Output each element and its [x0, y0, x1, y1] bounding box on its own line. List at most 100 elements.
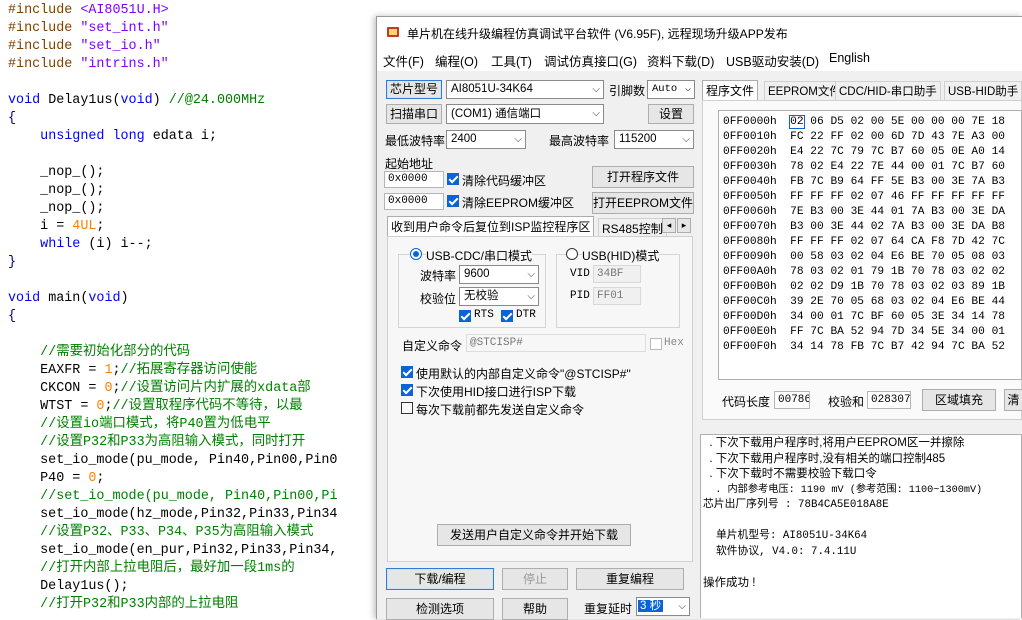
- code-token: _nop_();: [8, 165, 105, 180]
- code-token: {: [8, 111, 17, 126]
- menu-downloads[interactable]: 资料下载(D): [647, 51, 714, 70]
- code-line: while (i) i--;: [8, 236, 153, 254]
- title-bar[interactable]: 单片机在线升级编程仿真调试平台软件 (V6.95F), 远程现场升级APP发布: [377, 17, 1022, 47]
- help-button[interactable]: 帮助: [502, 598, 568, 620]
- code-token: ;: [96, 219, 105, 234]
- hex-gap: [777, 251, 790, 263]
- usb-hid-radio[interactable]: [566, 248, 578, 260]
- log-line: . 内部参考电压: 1190 mV (参考范围: 1100~1300mV): [703, 484, 983, 496]
- clear-buffer-button[interactable]: 清: [1004, 389, 1022, 411]
- parity-select[interactable]: 无校验 ⌵: [459, 287, 539, 306]
- hex-row: 0FF0050h FF FF FF 02 07 46 FF FF FF FF F…: [723, 190, 1005, 205]
- chip-type-button[interactable]: 芯片型号: [386, 80, 442, 99]
- tab-isp-reset[interactable]: 收到用户命令后复位到ISP监控程序区: [387, 216, 595, 237]
- tab-eeprom-file[interactable]: EEPROM文件: [764, 81, 845, 101]
- code-token: void: [8, 93, 41, 108]
- hex-address: 0FF0050h: [723, 191, 777, 203]
- port-settings-button[interactable]: 设置: [648, 104, 694, 124]
- hex-gap: [777, 176, 790, 188]
- tab-scroll-left-button[interactable]: ◂: [662, 218, 676, 233]
- rts-checkbox[interactable]: [459, 310, 471, 322]
- hex-row: 0FF00B0h 02 02 D9 1B 70 78 03 02 03 89 1…: [723, 280, 1005, 295]
- chevron-down-icon: ⌵: [527, 269, 535, 280]
- tab-scroll-right-button[interactable]: ▸: [677, 218, 691, 233]
- repeat-program-button[interactable]: 重复编程: [576, 568, 684, 590]
- hid-isp-checkbox[interactable]: [401, 384, 413, 396]
- code-token: edata i;: [144, 129, 217, 144]
- hex-row: 0FF0020h E4 22 7C 79 7C B7 60 05 0E A0 1…: [723, 145, 1005, 160]
- pins-label: 引脚数: [609, 84, 646, 98]
- output-log[interactable]: . 下次下载用户程序时,将用户EEPROM区一并擦除 . 下次下载用户程序时,没…: [700, 434, 1022, 618]
- code-editor[interactable]: #include <AI8051U.H> #include "set_int.h"…: [0, 0, 380, 618]
- code-token: ;: [112, 363, 121, 378]
- menu-debug[interactable]: 调试仿真接口(G): [544, 51, 637, 70]
- tab-program-file[interactable]: 程序文件: [702, 80, 759, 100]
- menu-program[interactable]: 编程(O): [435, 51, 478, 70]
- code-line: set_io_mode(pu_mode, Pin40,Pin00,Pin0: [8, 452, 337, 470]
- hex-bytes: E4 22 7C 79 7C B7 60 05 0E A0 14: [790, 146, 1005, 158]
- dtr-checkbox[interactable]: [501, 310, 513, 322]
- use-default-cmd-checkbox[interactable]: [401, 366, 413, 378]
- stop-button[interactable]: 停止: [502, 568, 568, 590]
- menu-tools[interactable]: 工具(T): [491, 51, 532, 70]
- hex-checkbox[interactable]: [650, 338, 662, 350]
- open-eeprom-file-button[interactable]: 打开EEPROM文件: [592, 192, 694, 214]
- menu-file[interactable]: 文件(F): [383, 51, 424, 70]
- send-custom-cmd-button[interactable]: 发送用户自定义命令并开始下载: [437, 524, 631, 546]
- code-line: #include "set_int.h": [8, 20, 169, 38]
- hex-gap: [777, 191, 790, 203]
- menu-usb-driver[interactable]: USB驱动安装(D): [726, 51, 819, 70]
- clear-code-checkbox[interactable]: [447, 173, 459, 185]
- check-options-button[interactable]: 检测选项: [386, 598, 494, 620]
- min-baud-select[interactable]: 2400 ⌵: [446, 130, 526, 149]
- hex-bytes: 78 02 E4 22 7E 44 00 01 7C B7 60: [790, 161, 1005, 173]
- code-token: //设置P32、P33、P34、P35为高阻输入模式: [40, 525, 314, 540]
- hex-bytes: 78 03 02 01 79 1B 70 78 03 02 02: [790, 266, 1005, 278]
- code-token: //需要初始化部分的代码: [40, 345, 191, 360]
- usb-cdc-radio[interactable]: [410, 248, 422, 260]
- fill-region-button[interactable]: 区域填充: [922, 389, 996, 411]
- hex-bytes: FC 22 FF 02 00 6D 7D 43 7E A3 00: [790, 131, 1005, 143]
- send-each-checkbox[interactable]: [401, 402, 413, 414]
- chip-type-select[interactable]: AI8051U-34K64 ⌵: [446, 80, 604, 99]
- baud-select[interactable]: 9600 ⌵: [459, 265, 539, 284]
- min-baud-value: 2400: [451, 133, 477, 145]
- vid-field: 34BF: [593, 265, 641, 283]
- code-start-addr-input[interactable]: 0x0000: [384, 171, 444, 188]
- hex-row: 0FF00D0h 34 00 01 7C BF 60 05 3E 34 14 7…: [723, 310, 1005, 325]
- tab-usb-hid[interactable]: USB-HID助手: [944, 81, 1022, 101]
- min-baud-label: 最低波特率: [385, 134, 446, 148]
- open-program-file-button[interactable]: 打开程序文件: [592, 166, 694, 188]
- hex-address: 0FF0020h: [723, 146, 777, 158]
- hex-row: 0FF0040h FB 7C B9 64 FF 5E B3 00 3E 7A B…: [723, 175, 1005, 190]
- code-line: P40 = 0;: [8, 470, 104, 488]
- menu-english[interactable]: English: [829, 51, 870, 65]
- tab-cdc-hid-serial[interactable]: CDC/HID-串口助手: [835, 81, 941, 101]
- code-line: }: [8, 254, 16, 272]
- code-token: void: [8, 291, 41, 306]
- repeat-delay-select[interactable]: 3 秒 ⌵: [636, 597, 690, 616]
- scan-port-button[interactable]: 扫描串口: [386, 104, 442, 124]
- download-program-button[interactable]: 下载/编程: [386, 568, 494, 590]
- hex-row: 0FF0030h 78 02 E4 22 7E 44 00 01 7C B7 6…: [723, 160, 1005, 175]
- pins-select[interactable]: Auto ⌵: [647, 80, 695, 99]
- max-baud-select[interactable]: 115200 ⌵: [614, 130, 694, 149]
- hex-address: 0FF0090h: [723, 251, 777, 263]
- code-token: main(: [40, 291, 89, 306]
- custom-cmd-input[interactable]: @STCISP#: [466, 334, 646, 352]
- code-token: i =: [8, 219, 73, 234]
- port-select[interactable]: (COM1) 通信端口 ⌵: [446, 104, 604, 124]
- tab-rs485[interactable]: RS485控制: [598, 218, 667, 237]
- chevron-down-icon: ⌵: [592, 108, 600, 119]
- code-token: (i) i--;: [80, 237, 153, 252]
- hex-gap: [777, 131, 790, 143]
- code-token: //打开P32和P33内部的上拉电阻: [40, 597, 239, 612]
- hex-address: 0FF0010h: [723, 131, 777, 143]
- code-token: EAXFR =: [8, 363, 105, 378]
- code-token: ;: [96, 471, 105, 486]
- clear-eeprom-checkbox[interactable]: [447, 195, 459, 207]
- code-token: ): [152, 93, 169, 108]
- eeprom-start-addr-input[interactable]: 0x0000: [384, 193, 444, 210]
- hex-view[interactable]: 0FF0000h 02 06 D5 02 00 5E 00 00 00 7E 1…: [718, 110, 1022, 380]
